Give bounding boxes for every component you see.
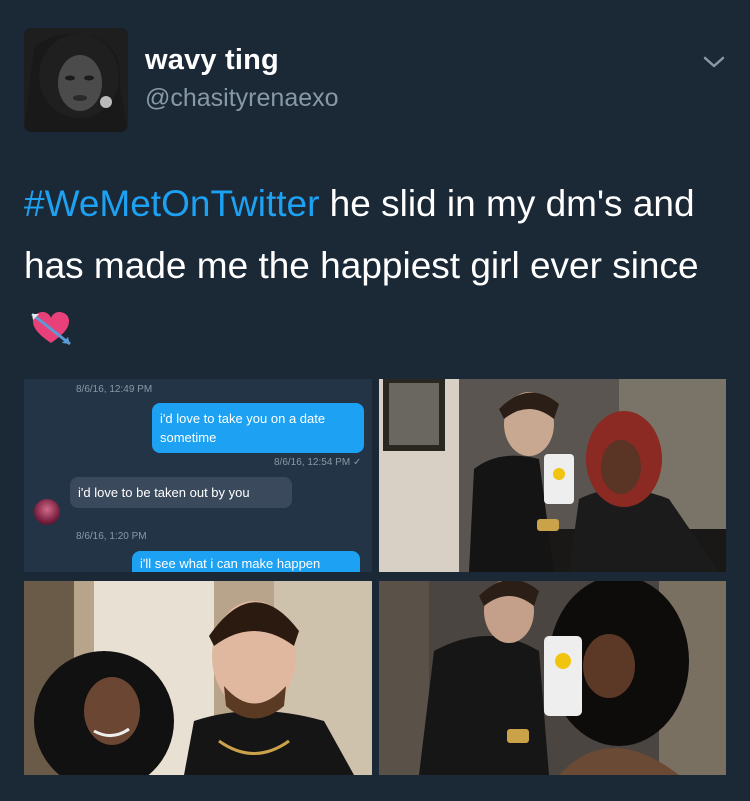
dm-timestamp: 8/6/16, 12:49 PM <box>76 384 153 395</box>
dm-message-outgoing: i'll see what i can make happen <box>132 551 360 572</box>
dm-avatar <box>34 499 60 525</box>
chevron-down-icon[interactable] <box>702 50 726 74</box>
dm-message-outgoing: i'd love to take you on a date sometime <box>152 403 364 453</box>
hashtag-link[interactable]: #WeMetOnTwitter <box>24 183 319 224</box>
user-avatar[interactable] <box>24 28 128 132</box>
user-handle[interactable]: @chasityrenaexo <box>145 84 339 113</box>
dm-screenshot-image[interactable]: 8/6/16, 12:49 PM i'd love to take you on… <box>24 379 372 572</box>
couple-mirror-selfie-photo[interactable] <box>379 379 726 572</box>
couple-close-selfie-photo[interactable] <box>24 581 372 775</box>
heart-with-arrow-icon <box>30 303 72 365</box>
dm-message-incoming: i'd love to be taken out by you <box>70 477 292 508</box>
display-name[interactable]: wavy ting <box>145 44 279 77</box>
media-grid: 8/6/16, 12:49 PM i'd love to take you on… <box>24 379 726 775</box>
couple-mirror-selfie-photo-2[interactable] <box>379 581 726 775</box>
tweet-text: #WeMetOnTwitter he slid in my dm's and h… <box>24 173 724 365</box>
dm-timestamp: 8/6/16, 12:54 PM ✓ <box>274 457 362 468</box>
tweet-card: wavy ting @chasityrenaexo #WeMetOnTwitte… <box>0 0 750 801</box>
dm-timestamp: 8/6/16, 1:20 PM <box>76 531 147 542</box>
